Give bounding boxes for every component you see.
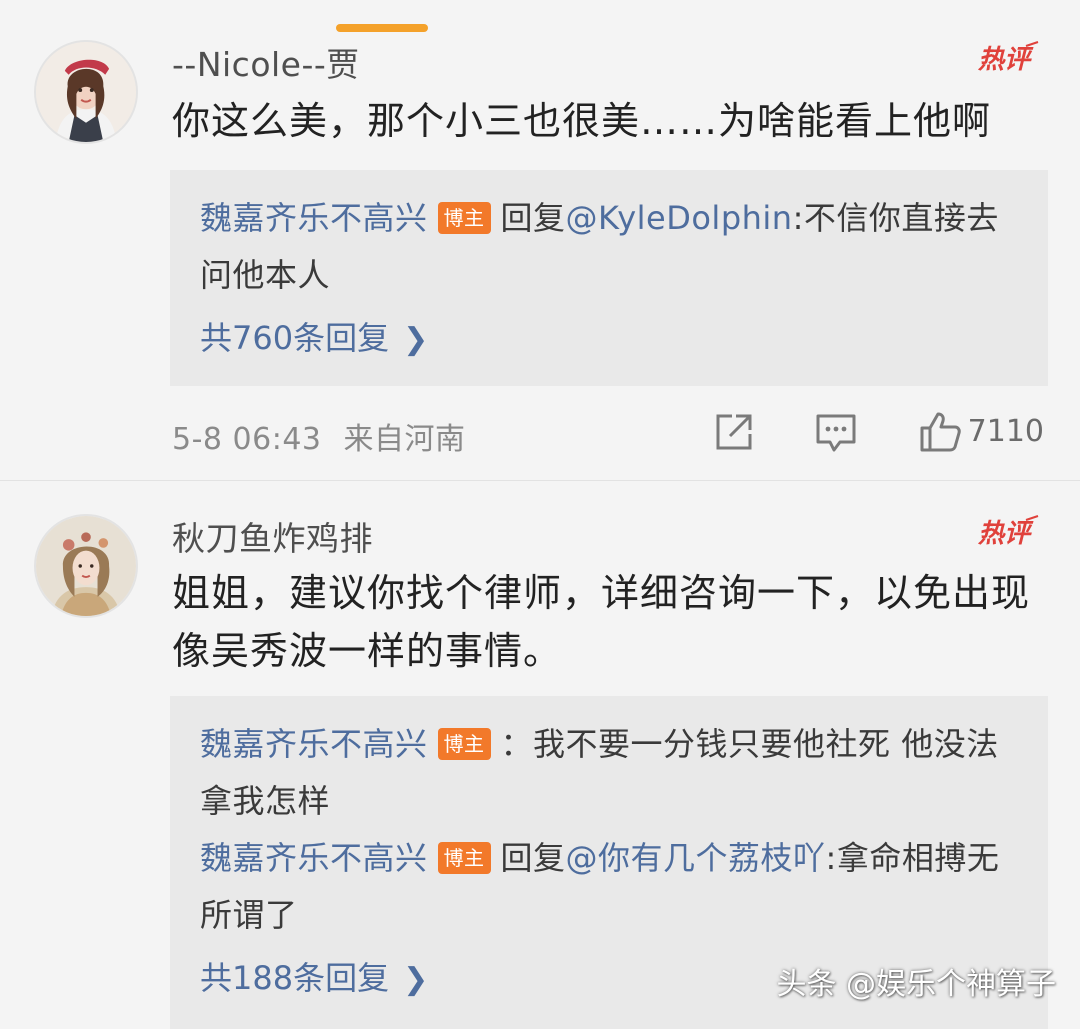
- owner-tag: 博主: [437, 202, 491, 234]
- chevron-right-icon: ❯: [403, 962, 429, 997]
- comment-icon[interactable]: [814, 410, 858, 454]
- watermark: 头条 @娱乐个神算子: [776, 967, 1056, 1002]
- reply-mention[interactable]: @KyleDolphin: [566, 199, 793, 237]
- thumbs-up-icon[interactable]: [918, 410, 962, 454]
- owner-tag: 博主: [437, 728, 491, 760]
- comment-time: 5-8 06:43: [172, 422, 322, 457]
- reply-mention[interactable]: @你有几个荔枝吖: [566, 839, 826, 877]
- reply-prefix: 回复: [500, 199, 566, 237]
- share-icon[interactable]: [712, 410, 756, 454]
- comment-text: 你这么美，那个小三也很美……为啥能看上他啊: [172, 99, 992, 143]
- hot-badge-text: 热评: [977, 519, 1034, 549]
- avatar[interactable]: [34, 514, 138, 618]
- hot-badge-text: 热评: [977, 45, 1034, 75]
- more-replies-link[interactable]: 共760条回复 ❯: [200, 306, 1018, 372]
- comment-timestamp: 5-8 06:43 来自河南: [172, 414, 466, 458]
- more-replies-label: 共760条回复: [200, 319, 390, 357]
- owner-tag: 博主: [437, 842, 491, 874]
- reply-item: 魏嘉齐乐不高兴 博主 ：我不要一分钱只要他社死 他没法拿我怎样: [200, 716, 1018, 830]
- like-count: 7110: [967, 414, 1044, 449]
- chevron-right-icon: ❯: [403, 322, 429, 357]
- avatar[interactable]: [34, 40, 138, 144]
- comment-text: 姐姐，建议你找个律师，详细咨询一下，以免出现像吴秀波一样的事情。: [172, 571, 1031, 673]
- reply-author[interactable]: 魏嘉齐乐不高兴: [200, 725, 428, 763]
- reply-item: 魏嘉齐乐不高兴 博主 回复@你有几个荔枝吖:拿命相搏无所谓了: [200, 830, 1018, 944]
- reply-author[interactable]: 魏嘉齐乐不高兴: [200, 199, 428, 237]
- comment-username[interactable]: --Nicole--贾: [172, 38, 360, 86]
- reply-item: 魏嘉齐乐不高兴 博主 回复@KyleDolphin:不信你直接去问他本人: [200, 190, 1018, 304]
- comment-username[interactable]: 秋刀鱼炸鸡排: [172, 512, 373, 560]
- reply-box[interactable]: 魏嘉齐乐不高兴 博主 回复@KyleDolphin:不信你直接去问他本人 共760条…: [170, 170, 1048, 386]
- more-replies-label: 共188条回复: [200, 959, 390, 997]
- comment-meta: 5-8 06:43 来自河南 7110: [172, 408, 1048, 458]
- tab-indicator: [336, 24, 428, 32]
- reply-author[interactable]: 魏嘉齐乐不高兴: [200, 839, 428, 877]
- hot-comment-badge: 热评: [968, 40, 1040, 76]
- reply-prefix: 回复: [500, 839, 566, 877]
- comment-location: 来自河南: [343, 422, 466, 457]
- divider: [0, 480, 1080, 481]
- hot-comment-badge: 热评: [968, 514, 1040, 550]
